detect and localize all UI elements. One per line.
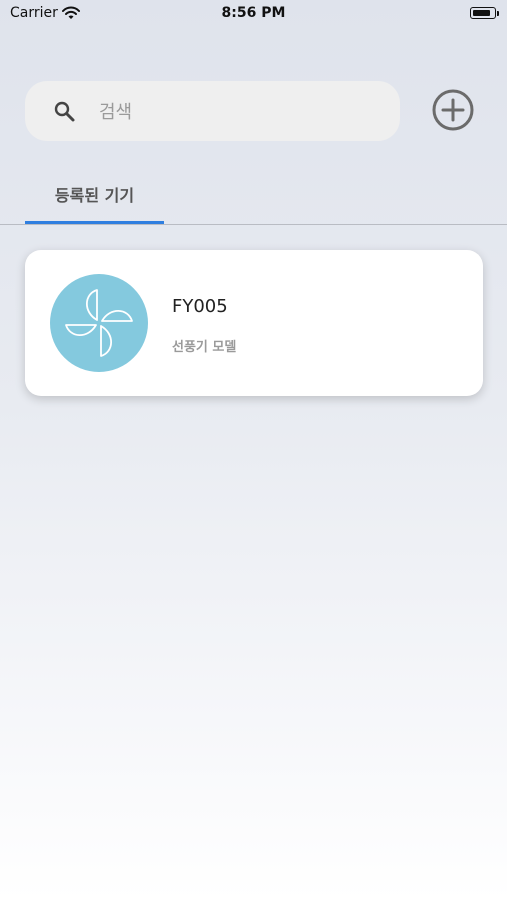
tab-divider (0, 224, 507, 225)
battery-icon (470, 7, 496, 19)
tab-registered-devices[interactable]: 등록된 기기 (25, 170, 164, 224)
device-name: FY005 (172, 296, 228, 317)
search-icon (53, 100, 77, 128)
add-device-button[interactable] (431, 88, 475, 132)
search-input[interactable] (97, 91, 381, 133)
plus-circle-icon (432, 89, 474, 131)
tab-bar: 등록된 기기 (0, 170, 507, 226)
device-model: 선풍기 모델 (172, 340, 237, 355)
tab-label: 등록된 기기 (54, 186, 135, 205)
status-time: 8:56 PM (221, 5, 286, 21)
device-avatar (50, 274, 148, 372)
search-bar[interactable] (25, 81, 400, 141)
fan-icon (65, 289, 133, 357)
device-card[interactable]: FY005 선풍기 모델 (25, 250, 483, 396)
battery-tip (497, 11, 499, 16)
status-bar: Carrier 8:56 PM (0, 0, 507, 28)
